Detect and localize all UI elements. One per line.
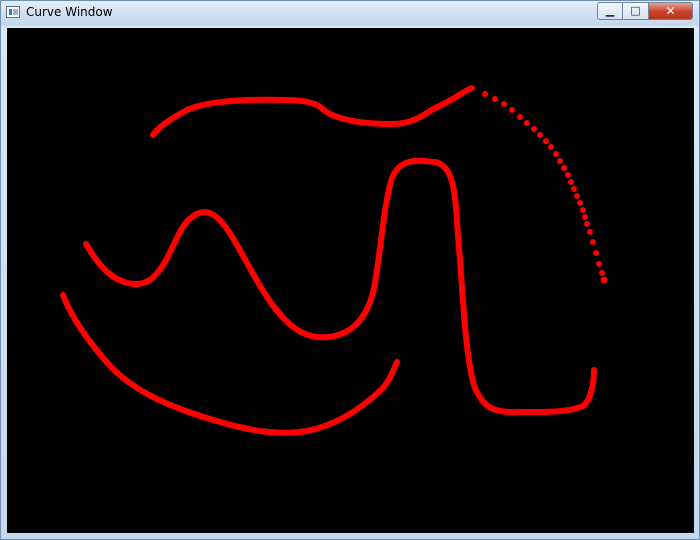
minimize-icon: ▁ (605, 4, 615, 17)
drawing-canvas[interactable] (7, 28, 694, 533)
curve-middle-wave (83, 157, 597, 416)
maximize-button[interactable]: □ (623, 2, 649, 20)
close-button[interactable]: ✕ (649, 2, 693, 20)
curve-top-arc (150, 85, 475, 138)
close-icon: ✕ (665, 4, 676, 18)
window-title: Curve Window (26, 5, 113, 19)
maximize-icon: □ (630, 4, 641, 17)
curve-top-dotted-tail (482, 91, 608, 284)
app-window-icon[interactable] (6, 6, 20, 18)
curve-window: Curve Window ▁ □ ✕ (0, 0, 700, 540)
title-bar[interactable]: Curve Window ▁ □ ✕ (1, 1, 699, 26)
minimize-button[interactable]: ▁ (597, 2, 623, 20)
curves-drawing (60, 85, 608, 436)
window-controls: ▁ □ ✕ (597, 2, 693, 21)
curve-bottom-arc (60, 292, 400, 436)
